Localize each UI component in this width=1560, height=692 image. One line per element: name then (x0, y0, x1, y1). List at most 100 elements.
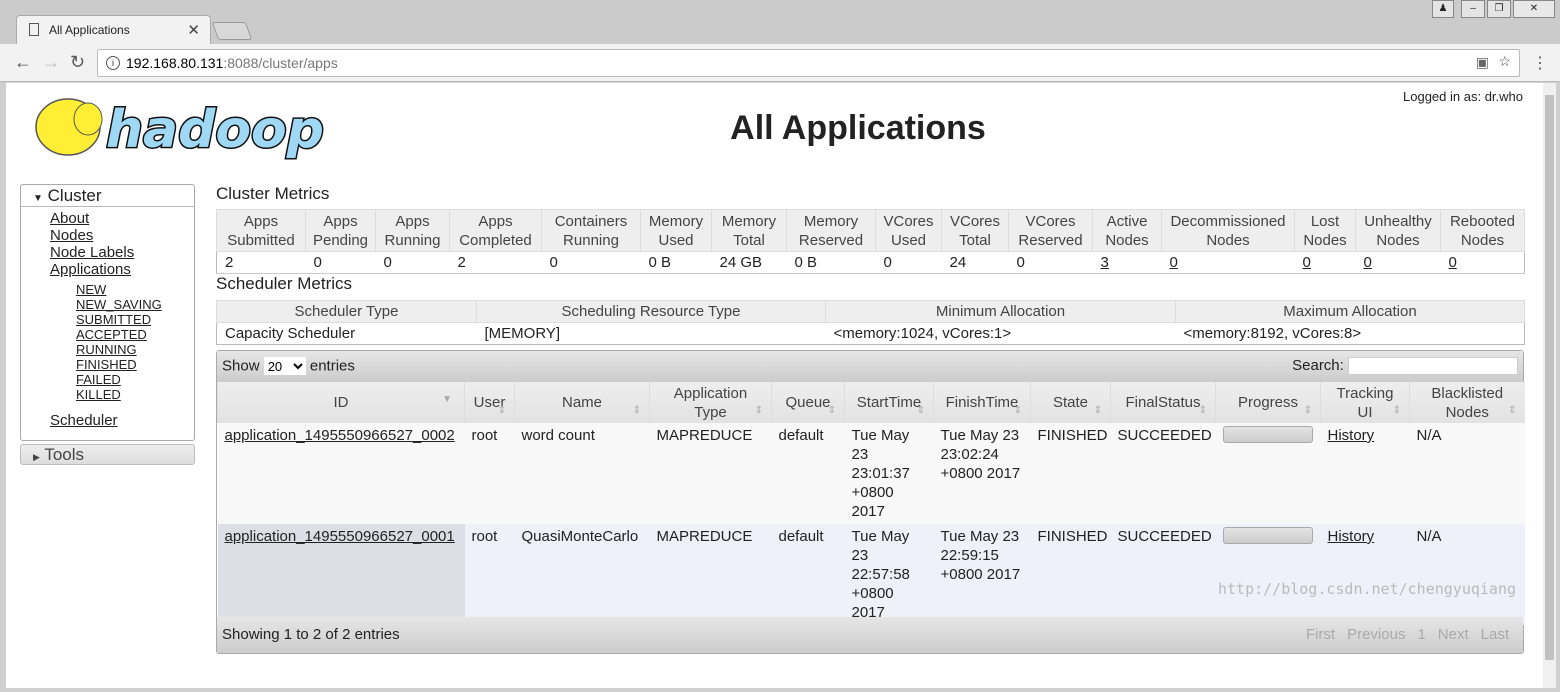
page-content: hadoop Logged in as: dr.who All Applicat… (6, 83, 1543, 688)
translate-icon[interactable]: ▣ (1476, 54, 1489, 71)
sort-icon[interactable]: ⇕ (755, 401, 763, 420)
pager-last[interactable]: Last (1481, 626, 1509, 643)
metric-link[interactable]: 0 (1449, 254, 1457, 271)
page-title: All Applications (730, 109, 986, 147)
sidebar-item-nodes[interactable]: Nodes (50, 227, 194, 244)
browser-toolbar: ← → ↻ i 192.168.80.131:8088/cluster/apps … (0, 44, 1560, 82)
star-icon[interactable]: ☆ (1498, 53, 1511, 70)
column-header-id[interactable]: ID ▼ (217, 382, 465, 423)
column-header-blacklisted-nodes[interactable]: Blacklisted Nodes ⇕ (1409, 382, 1525, 423)
tracking-history-link[interactable]: History (1328, 427, 1375, 444)
sort-icon[interactable]: ⇕ (1304, 401, 1312, 420)
metric-header-line: Running (563, 231, 619, 249)
forward-icon[interactable]: → (42, 52, 60, 73)
sidebar-state-failed[interactable]: FAILED (76, 372, 194, 387)
column-header-progress[interactable]: Progress ⇕ (1215, 382, 1321, 423)
metric-header: Active Nodes (1092, 209, 1162, 252)
sidebar-item-about[interactable]: About (50, 210, 194, 227)
sort-icon[interactable]: ⇕ (498, 401, 506, 420)
search-input[interactable] (1348, 357, 1518, 375)
sort-icon[interactable]: ⇕ (1094, 401, 1102, 420)
metric-value: 3 (1092, 251, 1162, 274)
sidebar-state-finished[interactable]: FINISHED (76, 357, 194, 372)
applications-table-wrapper: Show 20 entries Search: ID ▼ User ⇕ Name ⇕ App… (216, 350, 1525, 654)
column-header-queue[interactable]: Queue ⇕ (771, 382, 845, 423)
cluster-toggle[interactable]: ▼ Cluster (21, 185, 194, 207)
close-tab-icon[interactable]: ✕ (187, 21, 200, 39)
logged-in-user: Logged in as: dr.who (1403, 89, 1523, 104)
scheduler-value: Capacity Scheduler (225, 325, 356, 342)
metric-link[interactable]: 0 (1170, 254, 1178, 271)
sort-icon[interactable]: ⇕ (1199, 401, 1207, 420)
column-header-state[interactable]: State ⇕ (1030, 382, 1111, 423)
sidebar-item-node-labels[interactable]: Node Labels (50, 244, 194, 261)
address-bar[interactable]: i 192.168.80.131:8088/cluster/apps ▣ ☆ (97, 49, 1520, 77)
column-header-user[interactable]: User ⇕ (464, 382, 515, 423)
sort-icon[interactable]: ⇕ (1508, 401, 1516, 420)
reload-icon[interactable]: ↻ (70, 52, 85, 73)
column-header-label: Application (673, 384, 748, 402)
metric-header-line: Reserved (798, 231, 864, 249)
sort-icon[interactable]: ⇕ (1014, 401, 1022, 420)
search-label: Search: (1292, 357, 1344, 374)
metric-header: Lost Nodes (1294, 209, 1356, 252)
column-header-application-type[interactable]: Application Type ⇕ (649, 382, 772, 423)
pager-next[interactable]: Next (1438, 626, 1469, 643)
sort-icon[interactable]: ⇕ (917, 401, 925, 420)
metric-header-line: Rebooted (1449, 212, 1516, 230)
metric-header-line: Apps (323, 212, 358, 230)
metric-header-line: VCores (949, 212, 1001, 230)
metric-value: 0 (1008, 251, 1093, 274)
cell-queue: default (771, 524, 845, 625)
sort-icon[interactable]: ⇕ (1393, 401, 1401, 420)
column-header-finishtime[interactable]: FinishTime ⇕ (933, 382, 1031, 423)
metric-header: Memory Used (640, 209, 712, 252)
new-tab-button[interactable] (211, 22, 253, 40)
pager-first[interactable]: First (1306, 626, 1335, 643)
back-icon[interactable]: ← (14, 52, 32, 73)
tab-all-applications[interactable]: All Applications ✕ (16, 15, 211, 44)
tools-toggle[interactable]: ▶ Tools (20, 444, 195, 465)
menu-icon[interactable]: ⋮ (1532, 53, 1548, 73)
url-host: 192.168.80.131 (126, 55, 224, 71)
sort-icon[interactable]: ⇕ (828, 401, 836, 420)
info-icon[interactable]: i (106, 56, 120, 70)
sidebar-state-accepted[interactable]: ACCEPTED (76, 327, 194, 342)
profile-icon[interactable]: ♟ (1432, 0, 1454, 18)
metric-value: 24 (941, 251, 1009, 274)
cell-state: FINISHED (1030, 524, 1111, 625)
sidebar-state-killed[interactable]: KILLED (76, 387, 194, 402)
pager-previous[interactable]: Previous (1347, 626, 1405, 643)
progress-bar (1222, 527, 1313, 544)
application-id-link[interactable]: application_1495550966527_0001 (225, 528, 455, 545)
column-header-name[interactable]: Name ⇕ (514, 382, 650, 423)
scheduler-header: Minimum Allocation (825, 300, 1176, 323)
sidebar-state-new-saving[interactable]: NEW_SAVING (76, 297, 194, 312)
tracking-history-link[interactable]: History (1328, 528, 1375, 545)
metric-link[interactable]: 3 (1101, 254, 1109, 271)
minimize-button[interactable]: – (1461, 0, 1485, 18)
metric-link[interactable]: 0 (1364, 254, 1372, 271)
close-window-button[interactable]: ✕ (1513, 0, 1555, 18)
metric-header: Containers Running (541, 209, 641, 252)
sort-icon[interactable]: ⇕ (633, 401, 641, 420)
column-header-starttime[interactable]: StartTime ⇕ (844, 382, 934, 423)
sidebar-state-new[interactable]: NEW (76, 282, 194, 297)
maximize-button[interactable]: ❐ (1487, 0, 1511, 18)
table-row: application_1495550966527_0002 root word c… (217, 423, 1525, 524)
application-id-link[interactable]: application_1495550966527_0002 (225, 427, 455, 444)
sidebar-item-scheduler[interactable]: Scheduler (50, 412, 194, 429)
column-header-label: Blacklisted (1431, 384, 1504, 402)
sidebar-state-submitted[interactable]: SUBMITTED (76, 312, 194, 327)
sort-desc-icon[interactable]: ▼ (442, 390, 452, 409)
column-header-finalstatus[interactable]: FinalStatus ⇕ (1110, 382, 1216, 423)
metric-header-line: Apps (395, 212, 430, 230)
sidebar-state-running[interactable]: RUNNING (76, 342, 194, 357)
vertical-scrollbar[interactable] (1543, 83, 1556, 688)
pager-1[interactable]: 1 (1417, 626, 1425, 643)
entries-select[interactable]: 20 (263, 357, 306, 375)
column-header-tracking-ui[interactable]: Tracking UI ⇕ (1320, 382, 1410, 423)
metric-header-line: Completed (459, 231, 532, 249)
metric-link[interactable]: 0 (1303, 254, 1311, 271)
sidebar-item-applications[interactable]: Applications (50, 261, 194, 278)
